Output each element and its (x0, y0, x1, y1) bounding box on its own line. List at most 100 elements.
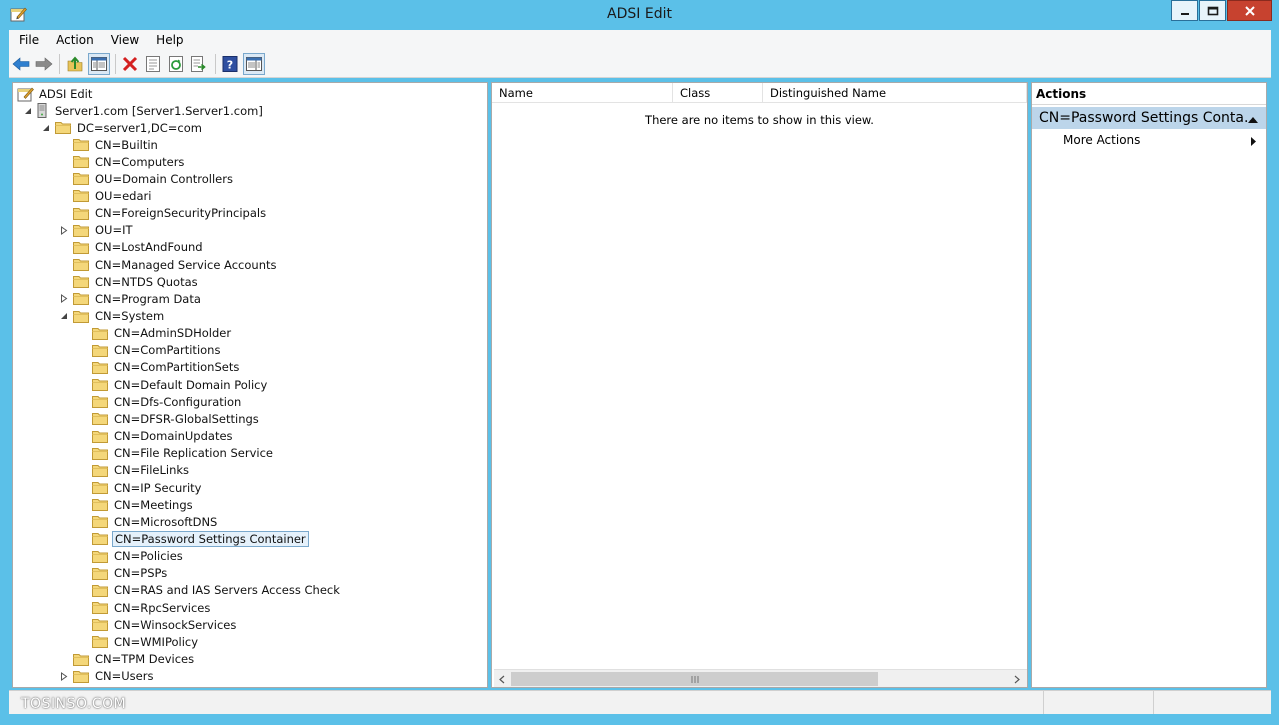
tree-item[interactable]: CN=DomainUpdates (78, 428, 235, 445)
expanded-arrow-icon[interactable] (23, 106, 33, 116)
folder-icon (92, 412, 108, 426)
forward-icon[interactable] (33, 53, 55, 75)
menu-action[interactable]: Action (56, 33, 94, 47)
minimize-button[interactable] (1171, 0, 1198, 21)
tree-item-label: CN=Password Settings Container (112, 530, 309, 547)
show-hide-tree-icon[interactable] (88, 53, 110, 75)
tree-item-label: CN=MicrosoftDNS (114, 514, 218, 529)
delete-icon[interactable] (119, 53, 141, 75)
submenu-arrow-icon[interactable] (1251, 136, 1256, 149)
tree-item[interactable]: CN=Program Data (59, 290, 203, 307)
folder-icon (73, 189, 89, 203)
folder-icon (73, 138, 89, 151)
tree-item[interactable]: CN=ComPartitions (78, 342, 222, 359)
expanded-arrow-icon[interactable] (59, 311, 69, 321)
tree-item-label: CN=Builtin (95, 137, 158, 152)
actions-section-title: CN=Password Settings Conta... (1039, 110, 1258, 126)
tree-item[interactable]: CN=File Replication Service (78, 445, 275, 462)
folder-icon (92, 635, 108, 649)
tree-item[interactable]: CN=IP Security (78, 479, 203, 496)
tree-item-label: CN=Program Data (95, 291, 201, 306)
tree-item[interactable]: OU=IT (59, 222, 135, 239)
tree-item[interactable]: CN=ForeignSecurityPrincipals (59, 205, 268, 222)
tree-item[interactable]: CN=Users (59, 668, 155, 685)
more-actions-item[interactable]: More Actions (1063, 133, 1140, 147)
tree-item[interactable]: CN=Default Domain Policy (78, 376, 269, 393)
export-list-icon[interactable] (188, 53, 210, 75)
tree-item[interactable]: CN=Builtin (59, 136, 160, 153)
menu-file[interactable]: File (19, 33, 39, 47)
tree-domain[interactable]: DC=server1,DC=com (41, 119, 204, 136)
console-tree[interactable]: ADSI Edit Server1.com [Server1.Server1.c… (12, 82, 488, 688)
folder-icon (92, 378, 108, 392)
actions-section-header[interactable]: CN=Password Settings Conta... (1032, 107, 1266, 129)
column-header-distinguished-name[interactable]: Distinguished Name (763, 83, 1027, 103)
tree-item[interactable]: CN=FileLinks (78, 462, 191, 479)
up-level-icon[interactable] (64, 53, 86, 75)
toolbar-separator (215, 54, 216, 74)
column-header-class[interactable]: Class (673, 83, 763, 103)
tree-root[interactable]: ADSI Edit (17, 85, 94, 102)
expand-arrow-icon[interactable] (59, 671, 69, 681)
expand-arrow-icon[interactable] (59, 225, 69, 235)
refresh-icon[interactable] (165, 53, 187, 75)
tree-item[interactable]: CN=LostAndFound (59, 239, 205, 256)
tree-item[interactable]: CN=ComPartitionSets (78, 359, 241, 376)
menu-help[interactable]: Help (156, 33, 183, 47)
result-list-view[interactable]: Name Class Distinguished Name There are … (491, 82, 1028, 688)
tree-item[interactable]: CN=RAS and IAS Servers Access Check (78, 582, 342, 599)
maximize-button[interactable] (1199, 0, 1226, 21)
tree-item[interactable]: CN=Computers (59, 153, 186, 170)
tree-item[interactable]: CN=Password Settings Container (78, 530, 309, 547)
actions-pane: Actions CN=Password Settings Conta... Mo… (1031, 82, 1267, 688)
tree-item-label: CN=WMIPolicy (114, 634, 199, 649)
toolbar-separator (115, 54, 116, 74)
tree-server[interactable]: Server1.com [Server1.Server1.com] (23, 102, 265, 119)
tree-item-label: OU=edari (95, 188, 152, 203)
window-title: ADSI Edit (607, 6, 672, 22)
tree-item[interactable]: CN=PSPs (78, 565, 169, 582)
scroll-right-icon[interactable] (1011, 673, 1023, 685)
tree-item[interactable]: CN=DFSR-GlobalSettings (78, 410, 261, 427)
show-hide-action-pane-icon[interactable] (243, 53, 265, 75)
tree-item[interactable]: CN=NTDS Quotas (59, 273, 200, 290)
folder-icon (92, 498, 108, 512)
collapse-section-icon[interactable] (1248, 113, 1258, 126)
expand-arrow-icon[interactable] (59, 294, 69, 304)
watermark-text: TOSINSO.COM (21, 696, 127, 712)
help-icon[interactable]: ? (219, 53, 241, 75)
tree-item[interactable]: OU=Domain Controllers (59, 170, 235, 187)
expanded-arrow-icon[interactable] (41, 123, 51, 133)
tree-item[interactable]: CN=WMIPolicy (78, 633, 200, 650)
tree-item[interactable]: CN=Policies (78, 548, 185, 565)
tree-item[interactable]: CN=Meetings (78, 496, 195, 513)
tree-item-label: OU=IT (95, 223, 133, 238)
column-header-name[interactable]: Name (492, 83, 673, 103)
scroll-left-icon[interactable] (496, 673, 508, 685)
tree-item[interactable]: CN=AdminSDHolder (78, 325, 233, 342)
tree-item[interactable]: CN=Dfs-Configuration (78, 393, 243, 410)
tree-item[interactable]: CN=System (59, 308, 166, 325)
tree-item[interactable]: CN=Managed Service Accounts (59, 256, 278, 273)
back-icon[interactable] (10, 53, 32, 75)
tree-item[interactable]: CN=WinsockServices (78, 616, 238, 633)
tree-item-label: CN=TPM Devices (95, 652, 195, 666)
folder-icon (92, 618, 108, 632)
close-button[interactable] (1227, 0, 1272, 21)
tree-item[interactable]: CN=MicrosoftDNS (78, 513, 219, 530)
tree-item[interactable]: CN=RpcServices (78, 599, 212, 616)
scrollbar-thumb[interactable] (511, 672, 878, 686)
folder-icon (73, 653, 89, 666)
horizontal-scrollbar[interactable] (494, 669, 1027, 687)
tree-item[interactable]: OU=edari (59, 187, 153, 204)
properties-icon[interactable] (142, 53, 164, 75)
tree-item[interactable]: CN=TPM Devices (59, 651, 196, 668)
menu-view[interactable]: View (111, 33, 139, 47)
server-icon (37, 103, 47, 118)
